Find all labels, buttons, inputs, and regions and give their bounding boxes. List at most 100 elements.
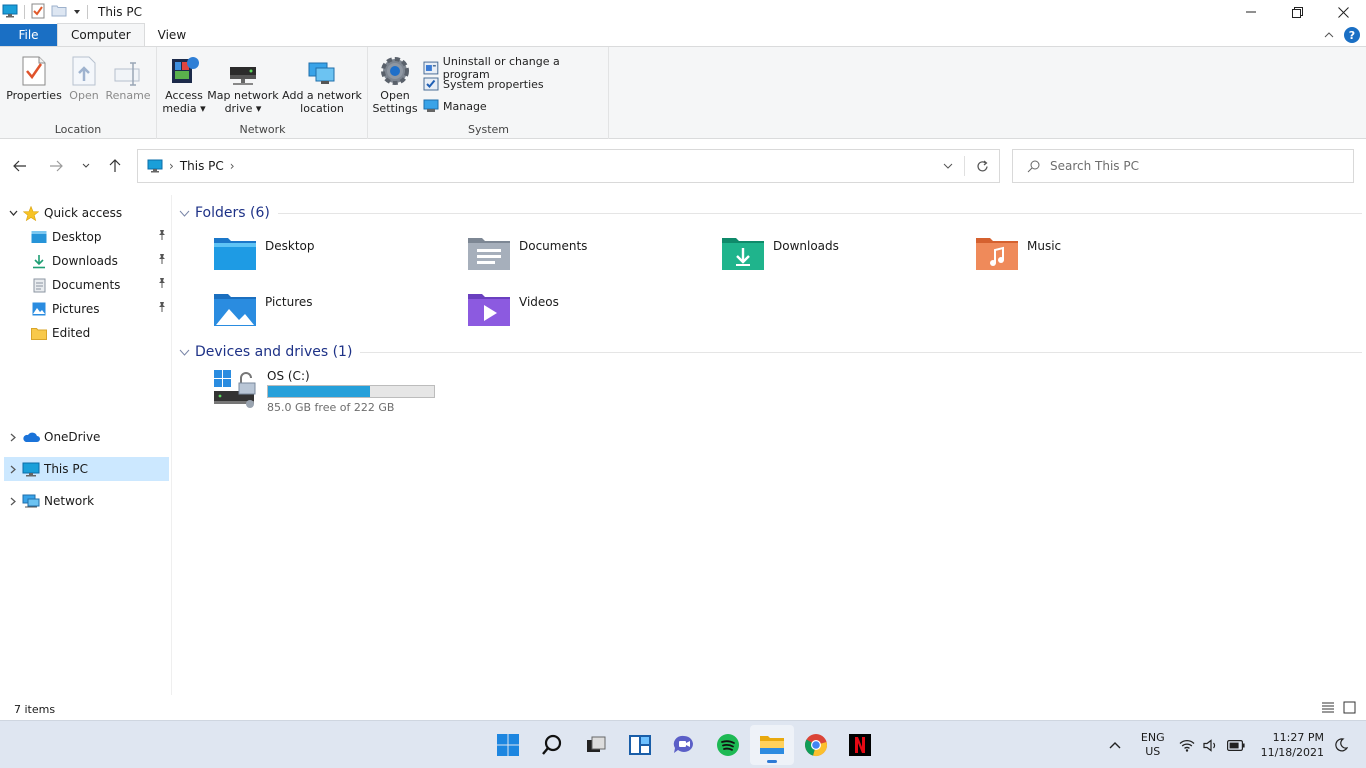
nav-pictures[interactable]: Pictures <box>30 297 169 321</box>
language-indicator[interactable]: ENG US <box>1141 731 1165 759</box>
teams-chat-button[interactable] <box>662 725 706 765</box>
nav-quick-access[interactable]: Quick access <box>4 201 169 225</box>
status-bar: 7 items <box>0 698 1366 720</box>
close-button[interactable] <box>1320 0 1366 24</box>
manage-button[interactable]: Manage <box>423 99 487 113</box>
folder-videos[interactable]: Videos <box>467 291 717 341</box>
chrome-icon <box>805 734 827 756</box>
chevron-down-icon[interactable] <box>73 5 81 19</box>
nav-network[interactable]: Network <box>4 489 169 513</box>
folder-music[interactable]: Music <box>975 235 1225 285</box>
breadcrumb-this-pc[interactable]: This PC <box>180 159 224 173</box>
up-button[interactable] <box>105 156 125 176</box>
open-settings-button[interactable]: Open Settings <box>371 53 419 115</box>
ribbon-controls: ? <box>1324 27 1360 43</box>
details-view-button[interactable] <box>1321 701 1335 717</box>
map-network-drive-button[interactable]: Map network drive ▾ <box>207 53 279 115</box>
moon-icon[interactable] <box>1334 738 1348 752</box>
widgets-button[interactable] <box>618 725 662 765</box>
folders-section-header[interactable]: Folders (6) <box>177 203 1362 223</box>
clock[interactable]: 11:27 PM 11/18/2021 <box>1261 730 1324 760</box>
new-folder-icon[interactable] <box>51 4 67 20</box>
help-button[interactable]: ? <box>1344 27 1360 43</box>
recent-locations-button[interactable] <box>76 156 96 176</box>
minimize-button[interactable] <box>1228 0 1274 24</box>
chevron-right-icon[interactable] <box>4 497 22 506</box>
large-icons-view-button[interactable] <box>1343 701 1356 717</box>
nav-this-pc[interactable]: This PC <box>4 457 169 481</box>
this-pc-icon <box>22 461 40 477</box>
nav-onedrive[interactable]: OneDrive <box>4 425 169 449</box>
group-label: Location <box>54 123 102 136</box>
drive-free-space: 85.0 GB free of 222 GB <box>267 401 395 414</box>
tab-computer[interactable]: Computer <box>57 23 145 46</box>
add-network-location-button[interactable]: Add a network location <box>281 53 363 115</box>
chevron-up-icon <box>1109 742 1121 749</box>
widgets-icon <box>629 735 651 755</box>
folder-documents[interactable]: Documents <box>467 235 717 285</box>
show-hidden-icons-button[interactable] <box>1109 741 1121 749</box>
open-button[interactable]: Open <box>64 53 104 102</box>
nav-downloads[interactable]: Downloads <box>30 249 169 273</box>
access-media-button[interactable]: Access media ▾ <box>162 53 206 115</box>
pin-icon[interactable] <box>157 301 167 315</box>
search-input[interactable]: Search This PC <box>1012 149 1354 183</box>
address-bar[interactable]: › This PC › <box>137 149 1000 183</box>
rename-button[interactable]: Rename <box>104 53 152 102</box>
breadcrumb-separator[interactable]: › <box>169 159 174 173</box>
restore-button[interactable] <box>1274 0 1320 24</box>
open-icon <box>68 53 100 87</box>
file-explorer-button[interactable] <box>750 725 794 765</box>
taskbar-apps <box>486 721 882 768</box>
forward-button[interactable] <box>46 156 66 176</box>
ribbon-tabs: File Computer View ? <box>0 23 1366 46</box>
properties-button[interactable]: Properties <box>6 53 62 102</box>
chevron-right-icon[interactable] <box>4 465 22 474</box>
tab-file[interactable]: File <box>0 24 57 46</box>
battery-icon[interactable] <box>1226 739 1245 751</box>
nav-edited[interactable]: Edited <box>30 321 169 345</box>
tab-view[interactable]: View <box>145 24 199 46</box>
drive-os-c[interactable]: OS (C:) 85.0 GB free of 222 GB <box>213 369 435 414</box>
address-history-button[interactable] <box>932 162 964 170</box>
collapse-ribbon-button[interactable] <box>1324 28 1334 42</box>
refresh-button[interactable] <box>965 160 999 173</box>
chevron-right-icon[interactable] <box>4 433 22 442</box>
window-title: This PC <box>98 5 142 19</box>
folder-pictures[interactable]: Pictures <box>213 291 463 341</box>
folder-desktop[interactable]: Desktop <box>213 235 463 285</box>
this-pc-icon[interactable] <box>2 4 18 21</box>
network-group: Access media ▾ Map network drive ▾ Add a… <box>158 47 368 139</box>
system-properties-button[interactable]: System properties <box>423 77 544 91</box>
nav-desktop[interactable]: Desktop <box>30 225 169 249</box>
folder-downloads[interactable]: Downloads <box>721 235 971 285</box>
document-icon <box>30 277 48 293</box>
drive-usage-bar <box>267 385 435 398</box>
back-button[interactable] <box>10 156 30 176</box>
access-media-icon <box>168 53 200 87</box>
pin-icon[interactable] <box>157 229 167 243</box>
start-button[interactable] <box>486 725 530 765</box>
spotify-button[interactable] <box>706 725 750 765</box>
chevron-down-icon[interactable] <box>4 210 22 217</box>
navigation-row: › This PC › Search This PC <box>0 148 1366 184</box>
taskbar-search-button[interactable] <box>530 725 574 765</box>
pin-icon[interactable] <box>157 277 167 291</box>
wifi-icon[interactable] <box>1179 739 1195 752</box>
nav-documents[interactable]: Documents <box>30 273 169 297</box>
chevron-down-icon[interactable] <box>177 349 191 356</box>
pin-icon[interactable] <box>157 253 167 267</box>
chevron-down-icon[interactable] <box>177 210 191 217</box>
devices-section-header[interactable]: Devices and drives (1) <box>177 342 1362 362</box>
task-view-button[interactable] <box>574 725 618 765</box>
breadcrumb-separator[interactable]: › <box>230 159 235 173</box>
uninstall-icon <box>423 61 439 75</box>
chrome-button[interactable] <box>794 725 838 765</box>
netflix-icon <box>849 734 871 756</box>
properties-icon[interactable] <box>31 3 45 22</box>
group-label: System <box>467 123 510 136</box>
item-count: 7 items <box>14 702 56 716</box>
chevron-down-icon <box>943 163 953 169</box>
volume-icon[interactable] <box>1202 738 1219 752</box>
netflix-button[interactable] <box>838 725 882 765</box>
